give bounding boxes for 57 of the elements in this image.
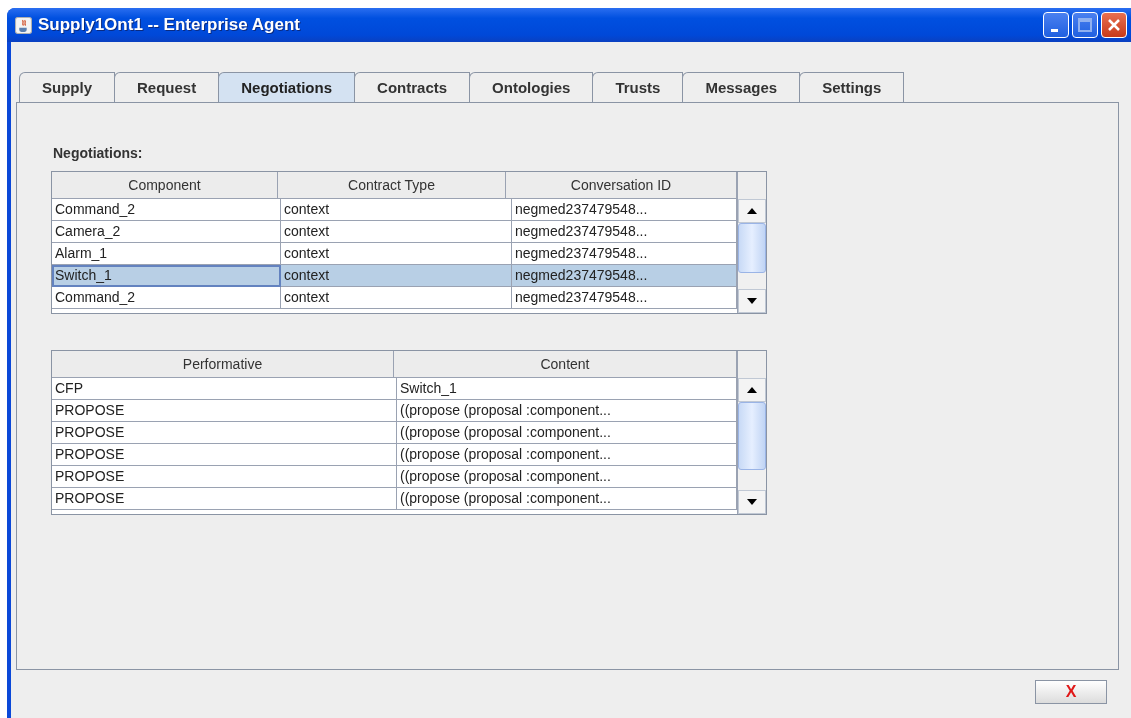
tab[interactable]: Settings	[799, 72, 905, 102]
scroll-down-button[interactable]	[738, 490, 766, 514]
table-cell: Command_2	[52, 199, 281, 221]
table-cell: negmed237479548...	[512, 221, 737, 243]
table-cell: ((propose (proposal :component...	[397, 400, 737, 422]
table-cell: ((propose (proposal :component...	[397, 466, 737, 488]
section-label: Negotiations:	[53, 145, 144, 161]
scroll-down-button[interactable]	[738, 289, 766, 313]
table-cell: negmed237479548...	[512, 265, 737, 287]
table-cell: ((propose (proposal :component...	[397, 444, 737, 466]
scroll-thumb[interactable]	[738, 223, 766, 273]
tab[interactable]: Supply	[19, 72, 115, 102]
table-row[interactable]: Switch_1 context negmed237479548...	[52, 265, 737, 287]
maximize-icon	[1075, 15, 1095, 35]
table-row[interactable]: Command_2 context negmed237479548...	[52, 199, 737, 221]
table-cell: ((propose (proposal :component...	[397, 422, 737, 444]
table-cell: CFP	[52, 378, 397, 400]
table-cell: negmed237479548...	[512, 287, 737, 309]
table-cell: context	[281, 221, 512, 243]
minimize-button[interactable]	[1043, 12, 1069, 38]
minimize-icon	[1050, 28, 1058, 32]
table-cell: PROPOSE	[52, 422, 397, 444]
table-cell: PROPOSE	[52, 466, 397, 488]
down-arrow-icon	[747, 499, 757, 505]
table-cell: PROPOSE	[52, 400, 397, 422]
table-cell: Camera_2	[52, 221, 281, 243]
table-row[interactable]: Camera_2 context negmed237479548...	[52, 221, 737, 243]
down-arrow-icon	[747, 298, 757, 304]
table-cell: context	[281, 287, 512, 309]
table-cell: ((propose (proposal :component...	[397, 488, 737, 510]
column-header[interactable]: Content	[394, 351, 737, 378]
table-cell: context	[281, 199, 512, 221]
close-button[interactable]	[1101, 12, 1127, 38]
column-header[interactable]: Component	[52, 172, 278, 199]
table-cell: PROPOSE	[52, 444, 397, 466]
table-cell: context	[281, 265, 512, 287]
up-arrow-icon	[747, 387, 757, 393]
scrollbar[interactable]	[737, 172, 766, 313]
window-title: Supply1Ont1 -- Enterprise Agent	[38, 15, 301, 35]
table-cell: Command_2	[52, 287, 281, 309]
scrollbar[interactable]	[737, 351, 766, 514]
scroll-thumb[interactable]	[738, 402, 766, 470]
maximize-button[interactable]	[1072, 12, 1098, 38]
cup-icon	[15, 16, 32, 34]
close-x-button[interactable]: X	[1035, 680, 1107, 704]
column-header[interactable]: Performative	[52, 351, 394, 378]
column-header[interactable]: Conversation ID	[506, 172, 737, 199]
column-header[interactable]: Contract Type	[278, 172, 506, 199]
up-arrow-icon	[747, 208, 757, 214]
table-cell: Switch_1	[52, 265, 281, 287]
table-cell: PROPOSE	[52, 488, 397, 510]
table-cell: negmed237479548...	[512, 199, 737, 221]
table-cell: Switch_1	[397, 378, 737, 400]
scroll-up-button[interactable]	[738, 378, 766, 402]
scroll-up-button[interactable]	[738, 199, 766, 223]
table-row[interactable]: Command_2 context negmed237479548...	[52, 287, 737, 309]
tab[interactable]: Negotiations	[218, 72, 356, 102]
